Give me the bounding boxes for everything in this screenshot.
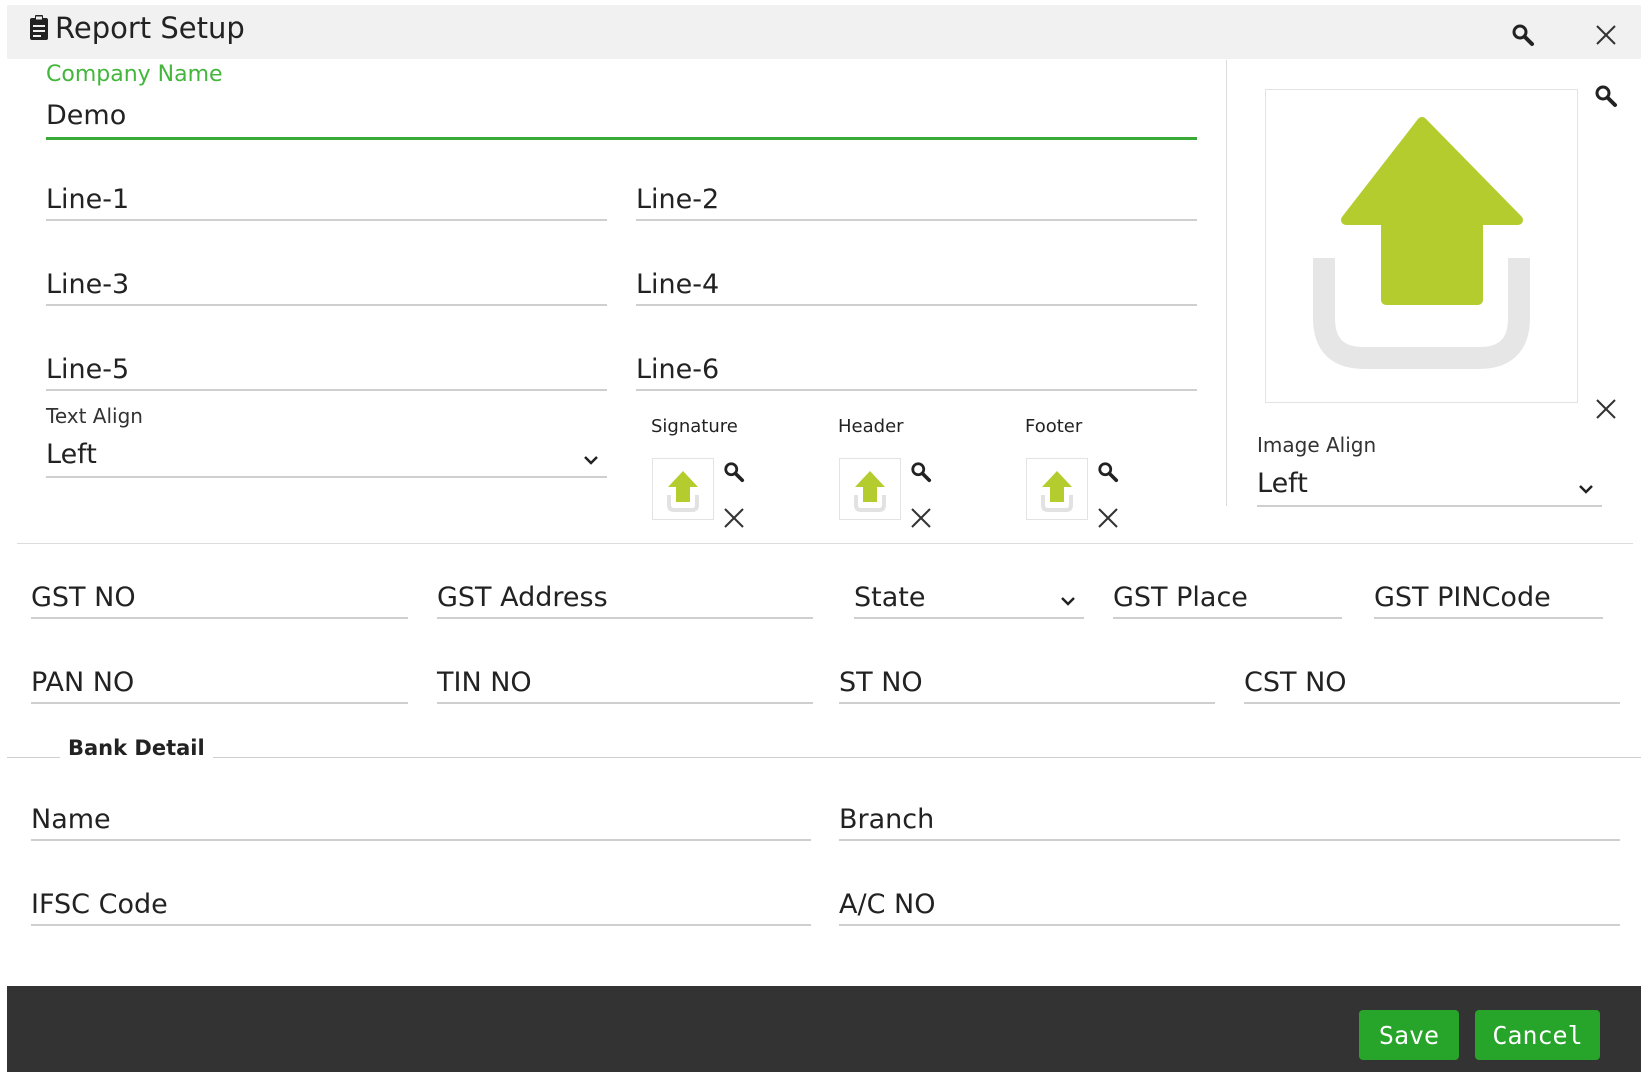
gst-place-input[interactable]: GST Place: [1113, 573, 1342, 619]
image-align-value: Left: [1257, 468, 1308, 499]
image-align-select[interactable]: Left: [1257, 459, 1602, 507]
header-search-button[interactable]: [905, 456, 937, 488]
line-4-input[interactable]: Line-4: [636, 260, 1197, 306]
chevron-down-icon: [1061, 597, 1075, 606]
footer-clear-button[interactable]: [1092, 502, 1124, 534]
gst-pincode-input[interactable]: GST PINCode: [1374, 573, 1603, 619]
section-divider: [17, 543, 1633, 544]
chevron-down-icon: [1579, 485, 1593, 494]
clipboard-icon: [30, 15, 48, 40]
line-5-placeholder: Line-5: [46, 354, 130, 385]
gst-no-input[interactable]: GST NO: [31, 573, 408, 619]
footer-upload[interactable]: [1026, 458, 1088, 520]
ac-no-placeholder: A/C NO: [839, 889, 936, 920]
line-5-input[interactable]: Line-5: [46, 345, 607, 391]
st-no-input[interactable]: ST NO: [839, 658, 1215, 704]
line-6-input[interactable]: Line-6: [636, 345, 1197, 391]
gst-no-placeholder: GST NO: [31, 582, 136, 613]
search-icon: [1595, 85, 1617, 107]
line-3-input[interactable]: Line-3: [46, 260, 607, 306]
close-button[interactable]: [1586, 15, 1626, 55]
ac-no-input[interactable]: A/C NO: [839, 880, 1620, 926]
gst-place-placeholder: GST Place: [1113, 582, 1248, 613]
title-bar: [7, 5, 1641, 59]
gst-address-input[interactable]: GST Address: [437, 573, 813, 619]
state-placeholder: State: [854, 582, 926, 613]
line-2-placeholder: Line-2: [636, 184, 720, 215]
upload-icon: [1313, 117, 1530, 369]
image-align-label: Image Align: [1257, 433, 1377, 457]
upload-icon: [1041, 471, 1073, 512]
search-icon: [911, 462, 932, 483]
signature-upload[interactable]: [652, 458, 714, 520]
footer-label: Footer: [1025, 416, 1083, 437]
signature-label: Signature: [651, 416, 738, 437]
close-icon: [1596, 399, 1616, 419]
cst-no-placeholder: CST NO: [1244, 667, 1347, 698]
tin-no-input[interactable]: TIN NO: [437, 658, 813, 704]
dialog-title-text: Report Setup: [55, 11, 245, 45]
tin-no-placeholder: TIN NO: [437, 667, 532, 698]
text-align-label: Text Align: [46, 404, 143, 428]
close-icon: [1596, 25, 1616, 45]
gst-pincode-placeholder: GST PINCode: [1374, 582, 1551, 613]
company-name-input[interactable]: Demo: [46, 92, 1197, 140]
line-1-input[interactable]: Line-1: [46, 175, 607, 221]
logo-upload[interactable]: [1265, 89, 1578, 403]
dialog-title: Report Setup: [29, 12, 245, 44]
ifsc-code-input[interactable]: IFSC Code: [31, 880, 811, 926]
chevron-down-icon: [584, 456, 598, 465]
line-2-input[interactable]: Line-2: [636, 175, 1197, 221]
bank-branch-placeholder: Branch: [839, 804, 935, 835]
column-divider: [1226, 60, 1227, 506]
ifsc-code-placeholder: IFSC Code: [31, 889, 168, 920]
logo-clear-button[interactable]: [1590, 393, 1622, 425]
line-1-placeholder: Line-1: [46, 184, 130, 215]
footer-search-button[interactable]: [1092, 456, 1124, 488]
bank-name-input[interactable]: Name: [31, 795, 811, 841]
upload-icon: [667, 471, 699, 512]
header-label: Header: [838, 416, 904, 437]
close-icon: [1098, 508, 1118, 528]
bank-name-placeholder: Name: [31, 804, 111, 835]
bank-detail-divider: [7, 757, 1641, 758]
close-icon: [911, 508, 931, 528]
header-clear-button[interactable]: [905, 502, 937, 534]
text-align-select[interactable]: Left: [46, 430, 607, 478]
save-button[interactable]: Save: [1359, 1010, 1459, 1060]
search-button[interactable]: [1503, 15, 1543, 55]
company-name-value: Demo: [46, 100, 127, 131]
bank-detail-legend: Bank Detail: [60, 736, 213, 760]
search-icon: [1098, 462, 1119, 483]
upload-icon: [854, 471, 886, 512]
signature-search-button[interactable]: [718, 456, 750, 488]
company-name-label: Company Name: [46, 62, 223, 87]
pan-no-input[interactable]: PAN NO: [31, 658, 408, 704]
line-6-placeholder: Line-6: [636, 354, 720, 385]
signature-clear-button[interactable]: [718, 502, 750, 534]
cst-no-input[interactable]: CST NO: [1244, 658, 1620, 704]
cancel-button[interactable]: Cancel: [1475, 1010, 1600, 1060]
line-4-placeholder: Line-4: [636, 269, 720, 300]
bank-branch-input[interactable]: Branch: [839, 795, 1620, 841]
header-upload[interactable]: [839, 458, 901, 520]
state-select[interactable]: State: [854, 573, 1084, 619]
gst-address-placeholder: GST Address: [437, 582, 608, 613]
pan-no-placeholder: PAN NO: [31, 667, 135, 698]
line-3-placeholder: Line-3: [46, 269, 130, 300]
search-icon: [724, 462, 745, 483]
logo-search-button[interactable]: [1590, 80, 1622, 112]
search-icon: [1512, 24, 1534, 46]
text-align-value: Left: [46, 439, 97, 470]
close-icon: [724, 508, 744, 528]
st-no-placeholder: ST NO: [839, 667, 923, 698]
